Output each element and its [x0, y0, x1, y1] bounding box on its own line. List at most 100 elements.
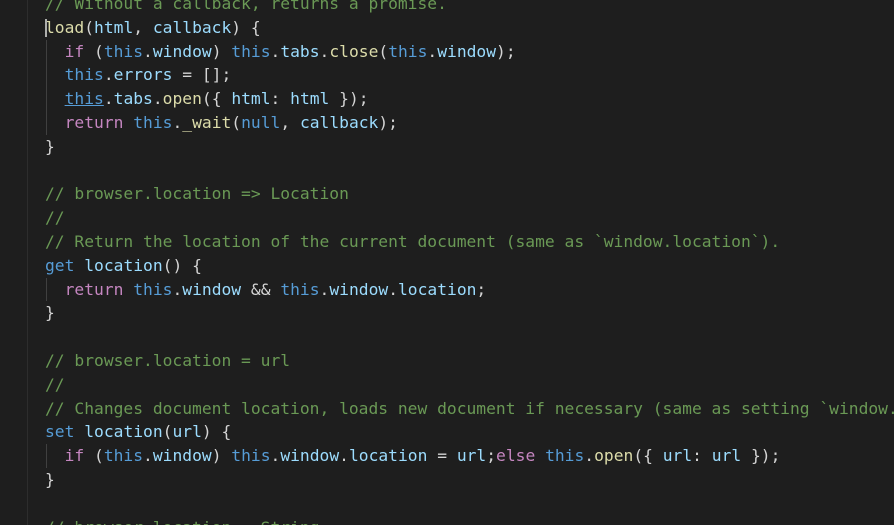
- code-line[interactable]: if (this.window) this.tabs.close(this.wi…: [45, 39, 894, 64]
- code-token: location: [398, 279, 477, 299]
- code-line[interactable]: [45, 325, 894, 349]
- code-token: (: [162, 422, 173, 442]
- code-token: ): [211, 41, 232, 61]
- code-token: if: [64, 446, 85, 466]
- code-token: ({: [633, 446, 663, 466]
- code-line[interactable]: load(html, callback) {: [45, 16, 894, 40]
- code-token: }: [45, 136, 55, 156]
- code-token: (: [84, 41, 104, 61]
- code-token: location: [84, 422, 163, 442]
- code-token: window: [437, 41, 497, 61]
- code-line[interactable]: //: [45, 206, 894, 230]
- code-line[interactable]: // Return the location of the current do…: [45, 230, 894, 254]
- code-token: // Return the location of the current do…: [45, 231, 781, 251]
- code-editor[interactable]: // Without a callback, returns a promise…: [0, 0, 894, 525]
- code-token: window: [280, 446, 340, 466]
- code-token: url: [711, 446, 742, 466]
- code-line[interactable]: // browser.location => Location: [45, 182, 894, 206]
- code-token: .: [319, 41, 330, 61]
- code-token: }: [45, 469, 55, 489]
- code-token: :: [270, 89, 291, 109]
- code-line[interactable]: return this.window && this.window.locati…: [45, 277, 894, 302]
- code-line[interactable]: [45, 492, 894, 516]
- code-token: window: [182, 279, 242, 299]
- indent-guide: [46, 277, 47, 302]
- code-token: tabs: [113, 89, 153, 109]
- code-token: ;: [476, 279, 487, 299]
- indent-guide: [46, 110, 47, 135]
- code-area[interactable]: // Without a callback, returns a promise…: [45, 0, 894, 525]
- code-line[interactable]: //: [45, 373, 894, 397]
- code-token: //: [45, 374, 65, 394]
- code-token: ,: [133, 17, 153, 37]
- code-token: });: [741, 446, 781, 466]
- code-token: window: [152, 41, 212, 61]
- code-token: this: [231, 446, 271, 466]
- code-token: html: [94, 17, 134, 37]
- code-token: html: [290, 89, 330, 109]
- code-line[interactable]: // Changes document location, loads new …: [45, 397, 894, 421]
- code-token: .: [270, 446, 281, 466]
- code-line[interactable]: }: [45, 468, 894, 492]
- code-token: html: [231, 89, 271, 109]
- code-token: close: [329, 41, 379, 61]
- code-token: this: [545, 446, 585, 466]
- code-token: .: [103, 89, 114, 109]
- code-token: return: [64, 279, 124, 299]
- code-token: (: [84, 446, 104, 466]
- code-line[interactable]: this.errors = [];: [45, 63, 894, 88]
- code-line[interactable]: set location(url) {: [45, 420, 894, 444]
- code-token: location: [348, 446, 428, 466]
- code-line[interactable]: [45, 159, 894, 183]
- code-token: =: [427, 446, 457, 466]
- code-token: // browser.location => Location: [45, 184, 349, 204]
- code-line[interactable]: if (this.window) this.window.location = …: [45, 444, 894, 468]
- code-token: this: [133, 112, 173, 132]
- code-token: );: [378, 112, 398, 132]
- indent-guide: [46, 39, 47, 64]
- code-token: // Without a callback, returns a promise…: [45, 0, 447, 13]
- code-token: null: [241, 112, 281, 132]
- code-token: // browser.location = url: [45, 350, 291, 370]
- code-line[interactable]: return this._wait(null, callback);: [45, 110, 894, 135]
- code-token: this: [103, 446, 144, 466]
- indent-guide: [46, 63, 47, 88]
- code-token: }: [45, 303, 55, 323]
- code-token: if: [64, 41, 85, 61]
- code-line[interactable]: // browser.location = url: [45, 349, 894, 373]
- code-token: .: [319, 279, 330, 299]
- code-token: ,: [280, 112, 300, 132]
- code-line[interactable]: // Without a callback, returns a promise…: [45, 0, 894, 16]
- code-token: callback: [152, 17, 232, 37]
- code-token: ({: [201, 89, 232, 109]
- code-line[interactable]: // browser.location = String: [45, 516, 894, 525]
- code-token: url: [662, 446, 693, 466]
- code-token: set: [45, 422, 75, 442]
- code-token: else: [496, 446, 536, 466]
- code-line[interactable]: }: [45, 301, 894, 325]
- text-cursor: [45, 18, 47, 37]
- code-token: this: [280, 279, 320, 299]
- code-token: get: [45, 255, 75, 275]
- code-line[interactable]: this.tabs.open({ html: html });: [45, 87, 894, 111]
- code-token: );: [496, 41, 516, 61]
- code-token: (: [378, 41, 389, 61]
- code-token: this: [231, 41, 271, 61]
- code-token: .: [584, 446, 595, 466]
- code-line[interactable]: }: [45, 135, 894, 159]
- code-token: _wait: [182, 112, 232, 132]
- code-token: (: [231, 112, 242, 132]
- code-token: window: [152, 446, 212, 466]
- code-token: this: [103, 41, 144, 61]
- code-token: load: [45, 17, 85, 37]
- code-line[interactable]: get location() {: [45, 254, 894, 278]
- code-token: = [];: [172, 65, 232, 85]
